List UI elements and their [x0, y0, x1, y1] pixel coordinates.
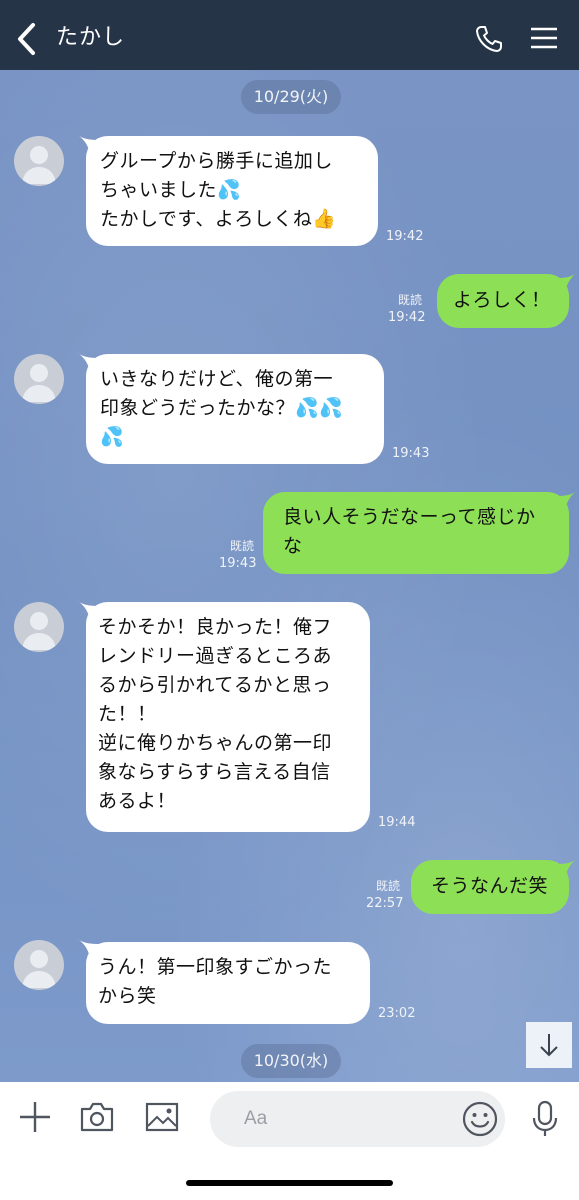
- call-button[interactable]: [474, 24, 504, 54]
- read-receipt: 既読: [376, 879, 401, 893]
- bubble-tail: [556, 858, 578, 878]
- message-time: 19:42: [388, 310, 426, 325]
- chevron-left-icon: [18, 23, 35, 55]
- voice-button[interactable]: [530, 1100, 560, 1138]
- add-button[interactable]: [18, 1100, 52, 1134]
- arrow-down-icon: [540, 1034, 558, 1057]
- read-receipt: 既読: [230, 539, 255, 553]
- message-bubble[interactable]: うん！第一印象すごかった から笑: [86, 942, 370, 1024]
- avatar[interactable]: [14, 602, 64, 652]
- user-silhouette-icon: [22, 612, 56, 650]
- menu-button[interactable]: [530, 27, 558, 49]
- user-silhouette-icon: [22, 950, 56, 988]
- message-bubble[interactable]: 良い人そうだなーって感じか な: [263, 492, 569, 574]
- message-bubble[interactable]: そかそか！良かった！俺フ レンドリー過ぎるところあ るから引かれてるかと思っ た…: [86, 602, 370, 832]
- bubble-tail: [556, 272, 578, 292]
- hamburger-menu-icon: [531, 27, 557, 49]
- scroll-to-bottom-button[interactable]: [526, 1022, 572, 1068]
- user-silhouette-icon: [22, 364, 56, 402]
- user-silhouette-icon: [22, 146, 56, 184]
- home-indicator: [186, 1180, 393, 1186]
- bubble-tail: [556, 490, 578, 510]
- avatar[interactable]: [14, 136, 64, 186]
- message-input-container[interactable]: [210, 1091, 505, 1147]
- message-bubble[interactable]: そうなんだ笑: [411, 860, 569, 914]
- chat-title: たかし: [56, 25, 126, 50]
- date-separator: 10/30(水): [241, 1044, 341, 1078]
- read-receipt: 既読: [398, 293, 423, 307]
- camera-button[interactable]: [80, 1102, 114, 1132]
- message-input[interactable]: [244, 1103, 444, 1135]
- image-icon: [145, 1102, 179, 1132]
- message-time: 19:42: [386, 229, 424, 244]
- message-bubble[interactable]: いきなりだけど、俺の第一 印象どうだったかな？💦💦 💦: [86, 354, 384, 464]
- image-button[interactable]: [145, 1102, 179, 1132]
- back-button[interactable]: [14, 22, 40, 56]
- avatar[interactable]: [14, 940, 64, 990]
- message-bubble[interactable]: よろしく！: [437, 274, 569, 328]
- microphone-icon: [532, 1100, 558, 1136]
- plus-icon: [20, 1102, 50, 1132]
- message-time: 19:43: [392, 446, 430, 461]
- message-time: 23:02: [378, 1006, 416, 1021]
- message-time: 19:43: [219, 556, 257, 571]
- chat-area[interactable]: 10/29(火) グループから勝手に追加し ちゃいました💦 たかしです、よろしく…: [0, 70, 579, 1082]
- emoji-button[interactable]: [462, 1101, 498, 1137]
- avatar[interactable]: [14, 354, 64, 404]
- date-separator: 10/29(火): [241, 80, 341, 114]
- smiley-icon: [462, 1101, 498, 1137]
- message-time: 22:57: [366, 896, 404, 911]
- camera-icon: [80, 1102, 114, 1132]
- phone-icon: [476, 26, 502, 52]
- chat-header: たかし: [0, 0, 579, 70]
- message-bubble[interactable]: グループから勝手に追加し ちゃいました💦 たかしです、よろしくね👍: [86, 136, 378, 246]
- message-time: 19:44: [378, 815, 416, 830]
